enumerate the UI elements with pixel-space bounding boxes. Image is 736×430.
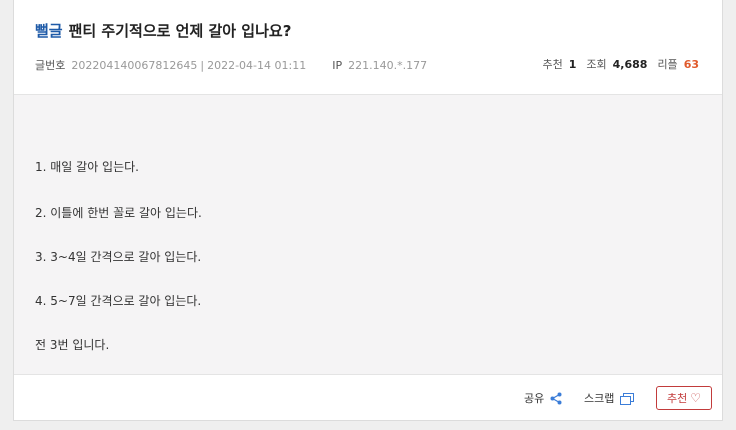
ip-address: 221.140.*.177	[348, 59, 428, 72]
content-line: 4. 5~7일 간격으로 갈아 입는다.	[35, 294, 202, 308]
views-count: 4,688	[612, 58, 648, 71]
ip-label: IP	[332, 59, 343, 72]
share-icon	[550, 392, 562, 405]
content-line: 1. 매일 갈아 입는다.	[35, 160, 139, 174]
post-title-text: 팬티 주기적으로 언제 갈아 입나요?	[68, 22, 292, 40]
post-number-label: 글번호	[35, 59, 66, 72]
post-stats: 추천 1 조회 4,688 리플 63	[542, 56, 699, 72]
content-line: 전 3번 입니다.	[35, 338, 110, 352]
post-footer: 공유 스크랩 추천 ♡	[14, 376, 722, 420]
post-meta: 글번호 20220414006781264​5 | 2022-04-14 01:11 I…	[35, 57, 427, 73]
views-label: 조회	[586, 58, 607, 71]
share-button[interactable]: 공유	[524, 390, 562, 406]
post-header: 뻘글 팬티 주기적으로 언제 갈아 입나요? 글번호 202204140067812…	[14, 0, 722, 94]
post-number: 20220414006781264​5	[71, 59, 198, 72]
post-date: 2022-04-14 01:11	[207, 59, 307, 72]
meta-separator: |	[200, 59, 205, 72]
post-content: 1. 매일 갈아 입는다. 2. 이틀에 한번 꼴로 갈아 입는다. 3. 3~…	[14, 94, 722, 375]
share-label: 공유	[524, 392, 545, 405]
heart-icon: ♡	[690, 391, 701, 405]
recommend-label: 추천	[666, 392, 688, 405]
content-line: 2. 이틀에 한번 꼴로 갈아 입는다.	[35, 206, 202, 220]
post-title: 뻘글 팬티 주기적으로 언제 갈아 입나요?	[35, 20, 291, 41]
post-card: 뻘글 팬티 주기적으로 언제 갈아 입나요? 글번호 202204140067812…	[13, 0, 723, 421]
post-category[interactable]: 뻘글	[35, 22, 63, 40]
scrap-icon	[619, 393, 634, 405]
recommend-button[interactable]: 추천 ♡	[656, 386, 712, 410]
recommend-count-label: 추천	[542, 58, 563, 71]
recommend-count: 1	[568, 58, 577, 71]
scrap-label: 스크랩	[584, 392, 615, 405]
content-line: 3. 3~4일 간격으로 갈아 입는다.	[35, 250, 202, 264]
comments-label: 리플	[657, 58, 678, 71]
comments-count[interactable]: 63	[684, 58, 699, 71]
scrap-button[interactable]: 스크랩	[584, 390, 634, 406]
